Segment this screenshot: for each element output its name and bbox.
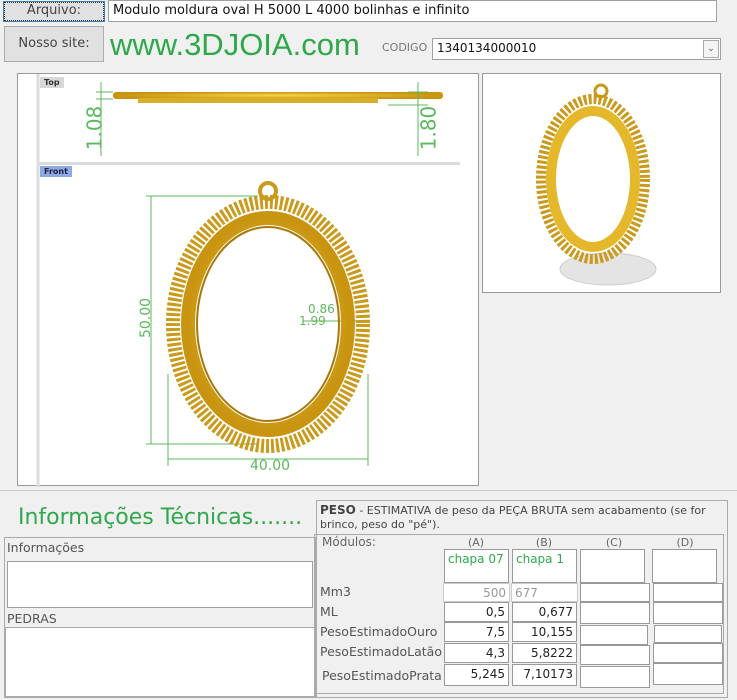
row-label-latao: PesoEstimadoLatão bbox=[320, 644, 442, 659]
nosso-site-button[interactable]: Nosso site: bbox=[4, 26, 104, 62]
row-label-prata: PesoEstimadoPrata bbox=[322, 668, 442, 683]
dim-small-b: 1.99 bbox=[299, 314, 326, 328]
column-header-d: (D) bbox=[676, 536, 694, 549]
arquivo-field[interactable]: Modulo moldura oval H 5000 L 4000 bolinh… bbox=[108, 0, 717, 22]
ml-a[interactable]: 0,5 bbox=[444, 602, 509, 622]
module-name-d[interactable] bbox=[652, 549, 717, 583]
column-header-a: (A) bbox=[467, 536, 485, 549]
site-link[interactable]: www.3DJOIA.com bbox=[110, 27, 360, 63]
pedras-label: PEDRAS bbox=[7, 611, 57, 626]
ouro-d[interactable] bbox=[654, 625, 722, 643]
column-header-c: (C) bbox=[605, 536, 623, 549]
ouro-a[interactable]: 7,5 bbox=[444, 622, 509, 642]
module-name-a[interactable]: chapa 07 bbox=[444, 549, 509, 583]
ml-b[interactable]: 0,677 bbox=[512, 602, 577, 622]
chevron-down-icon[interactable]: ⌄ bbox=[703, 40, 719, 58]
informacoes-field[interactable] bbox=[7, 561, 313, 608]
arquivo-button[interactable]: Arquivo: bbox=[3, 1, 105, 22]
top-viewport-tab[interactable]: Top bbox=[40, 77, 64, 88]
prata-b[interactable]: 7,10173 bbox=[512, 664, 577, 686]
front-viewport-tab[interactable]: Front bbox=[40, 166, 72, 177]
ml-d[interactable] bbox=[653, 602, 723, 624]
ouro-c[interactable] bbox=[580, 625, 648, 645]
module-name-c[interactable] bbox=[580, 549, 645, 583]
pendant-render bbox=[536, 83, 657, 286]
pedras-field[interactable] bbox=[5, 627, 315, 697]
dim-top-right: 1.80 bbox=[416, 105, 441, 151]
ouro-b[interactable]: 10,155 bbox=[512, 622, 577, 642]
modulos-label: Módulos: bbox=[322, 535, 376, 549]
column-header-b: (B) bbox=[535, 536, 553, 549]
dim-width: 40.00 bbox=[250, 458, 291, 474]
codigo-value: 1340134000010 bbox=[437, 41, 537, 55]
drawing-panel: Top Front 1.08 1.80 50.00 40.00 0.86 1.9… bbox=[17, 73, 479, 487]
codigo-label: CODIGO bbox=[382, 41, 428, 54]
mm3-c[interactable] bbox=[580, 583, 650, 602]
dim-height: 50.00 bbox=[138, 297, 155, 339]
latao-a[interactable]: 4,3 bbox=[444, 643, 509, 663]
codigo-combo[interactable]: 1340134000010 ⌄ bbox=[432, 38, 721, 60]
informacoes-label: Informações bbox=[7, 540, 85, 555]
ml-c[interactable] bbox=[580, 602, 650, 624]
prata-a[interactable]: 5,245 bbox=[444, 664, 509, 686]
prata-c[interactable] bbox=[580, 666, 650, 688]
row-label-mm3: Mm3 bbox=[320, 584, 351, 599]
mm3-b: 677 bbox=[511, 583, 578, 602]
dim-top-left: 1.08 bbox=[82, 105, 107, 151]
peso-description-text: - ESTIMATIVA de peso da PEÇA BRUTA sem a… bbox=[320, 504, 706, 531]
mm3-d[interactable] bbox=[653, 583, 723, 602]
peso-title: PESO bbox=[320, 503, 356, 517]
info-title: Informações Técnicas....... bbox=[18, 505, 303, 530]
latao-d[interactable] bbox=[653, 643, 723, 663]
row-label-ml: ML bbox=[320, 604, 338, 619]
module-name-b[interactable]: chapa 1 bbox=[512, 549, 577, 583]
peso-description: PESO - ESTIMATIVA de peso da PEÇA BRUTA … bbox=[320, 503, 720, 532]
section-divider bbox=[0, 490, 737, 491]
render-image bbox=[482, 73, 721, 293]
prata-d[interactable] bbox=[653, 663, 723, 685]
row-label-ouro: PesoEstimadoOuro bbox=[320, 624, 438, 639]
latao-c[interactable] bbox=[580, 645, 650, 665]
mm3-a: 500 bbox=[443, 583, 510, 602]
latao-b[interactable]: 5,8222 bbox=[512, 643, 577, 663]
